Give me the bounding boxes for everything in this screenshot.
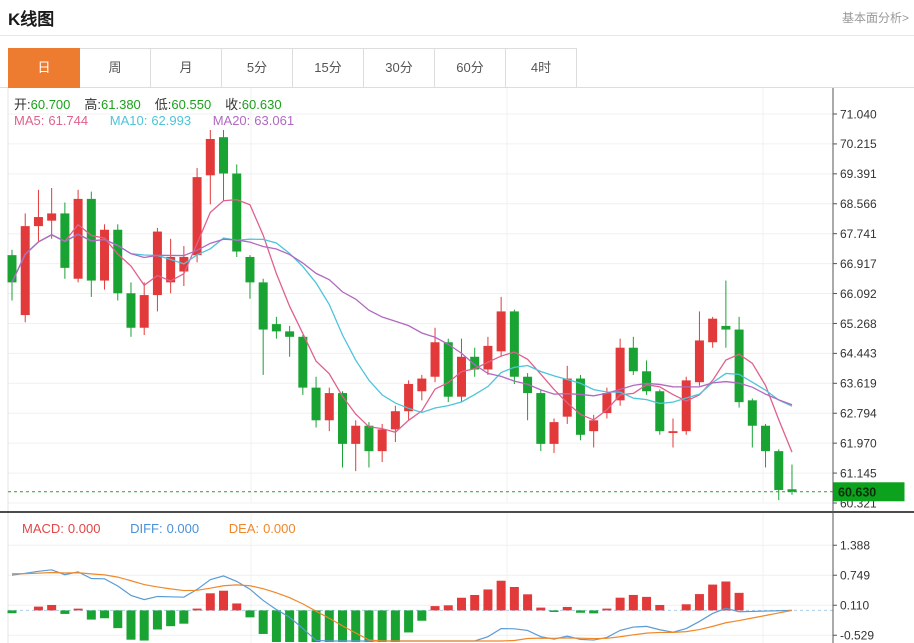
macd-label: MACD: xyxy=(22,521,64,536)
current-price-badge: 60.630 xyxy=(834,482,905,501)
price-axis: 71.040 70.215 69.391 68.566 67.741 66.917 66.0… xyxy=(833,88,877,643)
high-value: 61.380 xyxy=(101,97,141,112)
ohlc-readout: 开:60.700 高:61.380 低:60.550 收:60.630 xyxy=(14,94,296,113)
svg-text:68.566: 68.566 xyxy=(840,197,877,211)
svg-text:65.268: 65.268 xyxy=(840,317,877,331)
fundamental-analysis-link[interactable]: 基本面分析> xyxy=(842,9,909,26)
tab-month[interactable]: 月 xyxy=(150,48,222,88)
svg-text:63.619: 63.619 xyxy=(840,377,877,391)
svg-text:60.630: 60.630 xyxy=(838,485,876,499)
low-value: 60.550 xyxy=(171,97,211,112)
macd-value: 0.000 xyxy=(68,521,101,536)
open-label: 开: xyxy=(14,97,31,112)
tab-30min[interactable]: 30分 xyxy=(363,48,435,88)
svg-text:66.092: 66.092 xyxy=(840,287,877,301)
tab-day[interactable]: 日 xyxy=(8,48,80,88)
svg-text:71.040: 71.040 xyxy=(840,107,877,121)
svg-text:1.388: 1.388 xyxy=(840,539,870,553)
tab-week[interactable]: 周 xyxy=(79,48,151,88)
svg-text:66.917: 66.917 xyxy=(840,257,877,271)
svg-text:69.391: 69.391 xyxy=(840,167,877,181)
grid-lines xyxy=(8,88,833,643)
ma10-readout: MA10:62.993 xyxy=(110,113,191,128)
ma20-label: MA20: xyxy=(213,113,251,128)
candles-layer xyxy=(8,130,797,500)
svg-text:62.794: 62.794 xyxy=(840,407,877,421)
tab-5min[interactable]: 5分 xyxy=(221,48,293,88)
close-label: 收: xyxy=(225,97,242,112)
macd-histogram xyxy=(8,581,744,642)
dea-label: DEA: xyxy=(229,521,259,536)
tab-15min[interactable]: 15分 xyxy=(292,48,364,88)
header-divider xyxy=(0,35,914,36)
kline-chart-canvas[interactable]: 71.040 70.215 69.391 68.566 67.741 66.917 66.0… xyxy=(0,88,914,643)
ma5-label: MA5: xyxy=(14,113,44,128)
ma20-value: 63.061 xyxy=(254,113,294,128)
dea-value: 0.000 xyxy=(263,521,296,536)
tab-4hour[interactable]: 4时 xyxy=(505,48,577,88)
diff-label: DIFF: xyxy=(130,521,163,536)
svg-text:67.741: 67.741 xyxy=(840,227,877,241)
period-tab-bar: 日 周 月 5分 15分 30分 60分 4时 xyxy=(8,48,577,88)
macd-readout: MACD: 0.000 DIFF: 0.000 DEA: 0.000 xyxy=(22,521,322,536)
ma20-readout: MA20:63.061 xyxy=(213,113,294,128)
svg-text:64.443: 64.443 xyxy=(840,347,877,361)
ma10-label: MA10: xyxy=(110,113,148,128)
svg-text:61.970: 61.970 xyxy=(840,436,877,450)
macd-value-readout: MACD: 0.000 xyxy=(22,521,100,536)
ma5-readout: MA5: 61.744 xyxy=(14,113,88,128)
dea-value-readout: DEA: 0.000 xyxy=(229,521,296,536)
diff-value: 0.000 xyxy=(167,521,200,536)
kline-page: { "header": { "title": "K线图", "analysis_… xyxy=(0,0,914,643)
open-value: 60.700 xyxy=(31,97,71,112)
high-label: 高: xyxy=(84,97,101,112)
low-label: 低: xyxy=(155,97,172,112)
svg-text:61.145: 61.145 xyxy=(840,466,877,480)
tab-60min[interactable]: 60分 xyxy=(434,48,506,88)
ma-readout: MA5: 61.744 MA10:62.993 MA20:63.061 xyxy=(14,113,312,128)
svg-text:70.215: 70.215 xyxy=(840,137,877,151)
diff-value-readout: DIFF: 0.000 xyxy=(130,521,199,536)
ma10-value: 62.993 xyxy=(151,113,191,128)
macd-axis: 1.388 0.749 0.110 -0.529 xyxy=(833,539,874,643)
svg-text:0.749: 0.749 xyxy=(840,569,870,583)
close-value: 60.630 xyxy=(242,97,282,112)
svg-text:-0.529: -0.529 xyxy=(840,629,874,643)
page-title: K线图 xyxy=(8,5,54,30)
svg-text:0.110: 0.110 xyxy=(840,599,869,613)
ma5-value: 61.744 xyxy=(48,113,88,128)
